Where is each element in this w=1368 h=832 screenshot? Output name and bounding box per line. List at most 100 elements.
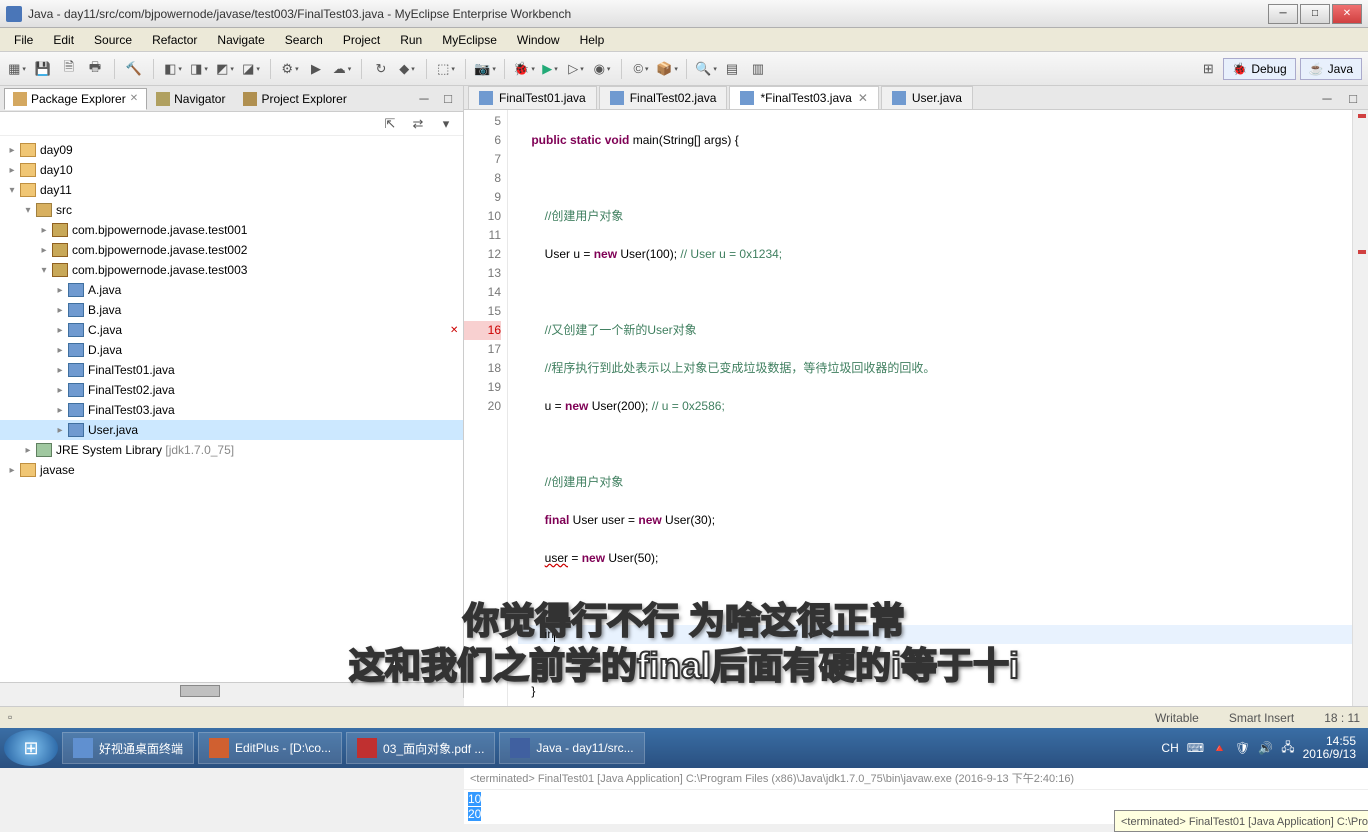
tree-file-ft3[interactable]: ▸FinalTest03.java [0,400,463,420]
tray-icon-3[interactable]: 🛡 [1235,741,1250,755]
menu-window[interactable]: Window [507,33,570,47]
editor-tab-ft2[interactable]: FinalTest02.java [599,86,728,109]
tree-file-c[interactable]: ▸C.java [0,320,463,340]
tray-icon-1[interactable]: ⌨ [1187,741,1204,755]
menu-edit[interactable]: Edit [43,33,84,47]
menu-refactor[interactable]: Refactor [142,33,207,47]
tray-icon-4[interactable]: 🔊 [1258,741,1273,755]
run-button[interactable]: ▶ [539,58,561,80]
overview-ruler[interactable] [1352,110,1368,739]
console-tooltip: <terminated> FinalTest01 [Java Applicati… [1114,810,1368,832]
print-button[interactable]: 🖶 [84,58,106,80]
editor-tab-user[interactable]: User.java [881,86,973,109]
minimize-button[interactable]: ─ [1268,4,1298,24]
menu-navigate[interactable]: Navigate [207,33,274,47]
tree-project-day09[interactable]: ▸day09 [0,140,463,160]
tool-button-6[interactable]: ⬚ [435,58,457,80]
run-last-button[interactable]: ▷ [565,58,587,80]
view-minimize[interactable]: ─ [413,88,435,110]
link-editor-button[interactable]: ⇄ [407,113,429,135]
status-position: 18 : 11 [1324,711,1360,725]
menu-help[interactable]: Help [570,33,615,47]
tool-button-1[interactable]: ◧ [162,58,184,80]
tree-file-a[interactable]: ▸A.java [0,280,463,300]
outline-button[interactable]: ▤ [721,58,743,80]
menu-project[interactable]: Project [333,33,390,47]
ime-indicator[interactable]: CH [1161,741,1178,755]
debug-button[interactable]: 🐞 [513,58,535,80]
editor-minimize[interactable]: ─ [1316,87,1338,109]
code-area[interactable]: public static void main(String[] args) {… [508,110,1352,739]
left-scrollbar[interactable] [0,682,463,698]
tree-project-day11[interactable]: ▾day11 [0,180,463,200]
open-perspective-button[interactable]: ⊞ [1197,58,1219,80]
tab-project-explorer[interactable]: Project Explorer [234,88,355,110]
tree-file-d[interactable]: ▸D.java [0,340,463,360]
menu-file[interactable]: File [4,33,43,47]
clock[interactable]: 14:55 2016/9/13 [1303,735,1356,761]
menu-myeclipse[interactable]: MyEclipse [432,33,507,47]
task-button[interactable]: ▥ [747,58,769,80]
refresh-button[interactable]: ↻ [370,58,392,80]
tree-pkg-test003[interactable]: ▾com.bjpowernode.javase.test003 [0,260,463,280]
tree-file-ft1[interactable]: ▸FinalTest01.java [0,360,463,380]
window-title: Java - day11/src/com/bjpowernode/javase/… [28,7,1268,21]
server-button[interactable]: ▶ [305,58,327,80]
tool-button-4[interactable]: ◪ [240,58,262,80]
code-editor[interactable]: 567891011121314151617181920 public stati… [464,110,1368,739]
menu-source[interactable]: Source [84,33,142,47]
coverage-button[interactable]: ◉ [591,58,613,80]
search-button[interactable]: 🔍 [695,58,717,80]
tree-project-javase[interactable]: ▸javase [0,460,463,480]
tool-button-3[interactable]: ◩ [214,58,236,80]
tool-button-2[interactable]: ◨ [188,58,210,80]
tree-pkg-test001[interactable]: ▸com.bjpowernode.javase.test001 [0,220,463,240]
debug-perspective[interactable]: 🐞 Debug [1223,58,1295,80]
java-perspective[interactable]: ☕ Java [1300,58,1362,80]
console-output[interactable]: 10 20 <terminated> FinalTest01 [Java App… [464,790,1368,824]
task-app-4[interactable]: Java - day11/src... [499,732,644,764]
collapse-all-button[interactable]: ⇱ [379,113,401,135]
tray-icon-2[interactable]: 🔺 [1212,741,1227,755]
task-app-2[interactable]: EditPlus - [D:\co... [198,732,342,764]
tree-jre[interactable]: ▸JRE System Library [jdk1.7.0_75] [0,440,463,460]
status-bar: ▫ Writable Smart Insert 18 : 11 [0,706,1368,728]
package-explorer-tree[interactable]: ▸day09 ▸day10 ▾day11 ▾src ▸com.bjpowerno… [0,136,463,682]
view-maximize[interactable]: □ [437,88,459,110]
tab-navigator[interactable]: Navigator [147,88,234,110]
build-button[interactable]: 🔨 [123,58,145,80]
system-tray[interactable]: CH ⌨ 🔺 🛡 🔊 🖧 14:55 2016/9/13 [1161,735,1364,761]
menu-bar: File Edit Source Refactor Navigate Searc… [0,28,1368,52]
editor-maximize[interactable]: □ [1342,87,1364,109]
save-all-button[interactable]: 🗎 [58,58,80,80]
tree-src[interactable]: ▾src [0,200,463,220]
menu-run[interactable]: Run [390,33,432,47]
tray-icon-5[interactable]: 🖧 [1281,738,1294,759]
new-button[interactable]: ▦ [6,58,28,80]
view-menu-button[interactable]: ▾ [435,113,457,135]
server-config-button[interactable]: ☁ [331,58,353,80]
deploy-button[interactable]: ⚙ [279,58,301,80]
start-button[interactable]: ⊞ [4,730,58,766]
status-writable: Writable [1155,711,1199,725]
task-app-3[interactable]: 03_面向对象.pdf ... [346,732,495,764]
close-button[interactable]: ✕ [1332,4,1362,24]
save-button[interactable]: 💾 [32,58,54,80]
editor-tab-ft3[interactable]: *FinalTest03.java✕ [729,86,878,109]
camera-button[interactable]: 📷 [474,58,496,80]
tree-file-user[interactable]: ▸User.java [0,420,463,440]
tool-button-5[interactable]: ◆ [396,58,418,80]
new-package-button[interactable]: 📦 [656,58,678,80]
maximize-button[interactable]: □ [1300,4,1330,24]
new-class-button[interactable]: © [630,58,652,80]
tree-file-b[interactable]: ▸B.java [0,300,463,320]
task-app-1[interactable]: 好视通桌面终端 [62,732,194,764]
editor-tab-ft1[interactable]: FinalTest01.java [468,86,597,109]
app-icon [6,6,22,22]
status-icon: ▫ [8,710,24,726]
tree-pkg-test002[interactable]: ▸com.bjpowernode.javase.test002 [0,240,463,260]
tab-package-explorer[interactable]: Package Explorer✕ [4,88,147,110]
menu-search[interactable]: Search [275,33,333,47]
tree-project-day10[interactable]: ▸day10 [0,160,463,180]
tree-file-ft2[interactable]: ▸FinalTest02.java [0,380,463,400]
